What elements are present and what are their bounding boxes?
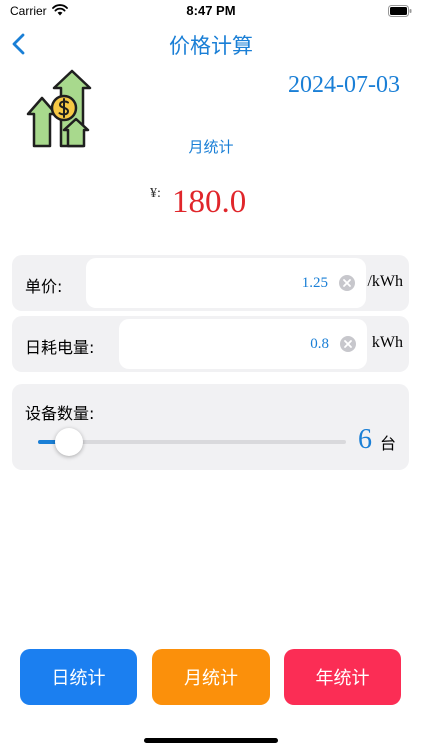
unit-price-card: 单价: 1.25 /kWh bbox=[12, 255, 409, 311]
date-display: 2024-07-03 bbox=[288, 72, 400, 98]
unit-price-unit: /kWh bbox=[367, 273, 403, 290]
daily-usage-label: 日耗电量: bbox=[25, 338, 95, 357]
device-count-unit: 台 bbox=[380, 434, 397, 453]
daily-usage-card: 日耗电量: 0.8 kWh bbox=[12, 316, 409, 372]
clear-icon[interactable] bbox=[339, 335, 357, 353]
slider-track bbox=[38, 440, 346, 444]
unit-price-label: 单价: bbox=[25, 277, 63, 296]
unit-price-input[interactable]: 1.25 bbox=[86, 258, 366, 308]
daily-usage-input[interactable]: 0.8 bbox=[119, 319, 367, 369]
device-count-card: 设备数量: 6 台 bbox=[12, 384, 409, 470]
clear-icon[interactable] bbox=[338, 274, 356, 292]
daily-usage-value: 0.8 bbox=[310, 336, 329, 352]
device-count-label: 设备数量: bbox=[25, 404, 95, 423]
unit-price-value: 1.25 bbox=[301, 275, 328, 291]
period-label: 月统计 bbox=[188, 138, 234, 156]
monthly-stats-button[interactable]: 月统计 bbox=[152, 649, 270, 705]
currency-symbol: ¥: bbox=[150, 186, 161, 201]
daily-usage-unit: kWh bbox=[371, 334, 403, 351]
nav-bar: 价格计算 bbox=[0, 24, 422, 64]
total-value: 180.0 bbox=[172, 184, 247, 220]
device-count-value: 6 bbox=[358, 424, 372, 455]
status-time: 8:47 PM bbox=[186, 3, 236, 18]
home-indicator bbox=[144, 738, 278, 743]
daily-stats-button[interactable]: 日统计 bbox=[20, 649, 137, 705]
slider-thumb[interactable] bbox=[54, 428, 83, 456]
battery-icon bbox=[388, 5, 412, 17]
status-bar: Carrier 8:47 PM bbox=[0, 0, 422, 24]
device-count-slider[interactable] bbox=[38, 428, 346, 456]
yearly-stats-button[interactable]: 年统计 bbox=[284, 649, 401, 705]
page-title: 价格计算 bbox=[169, 34, 253, 58]
